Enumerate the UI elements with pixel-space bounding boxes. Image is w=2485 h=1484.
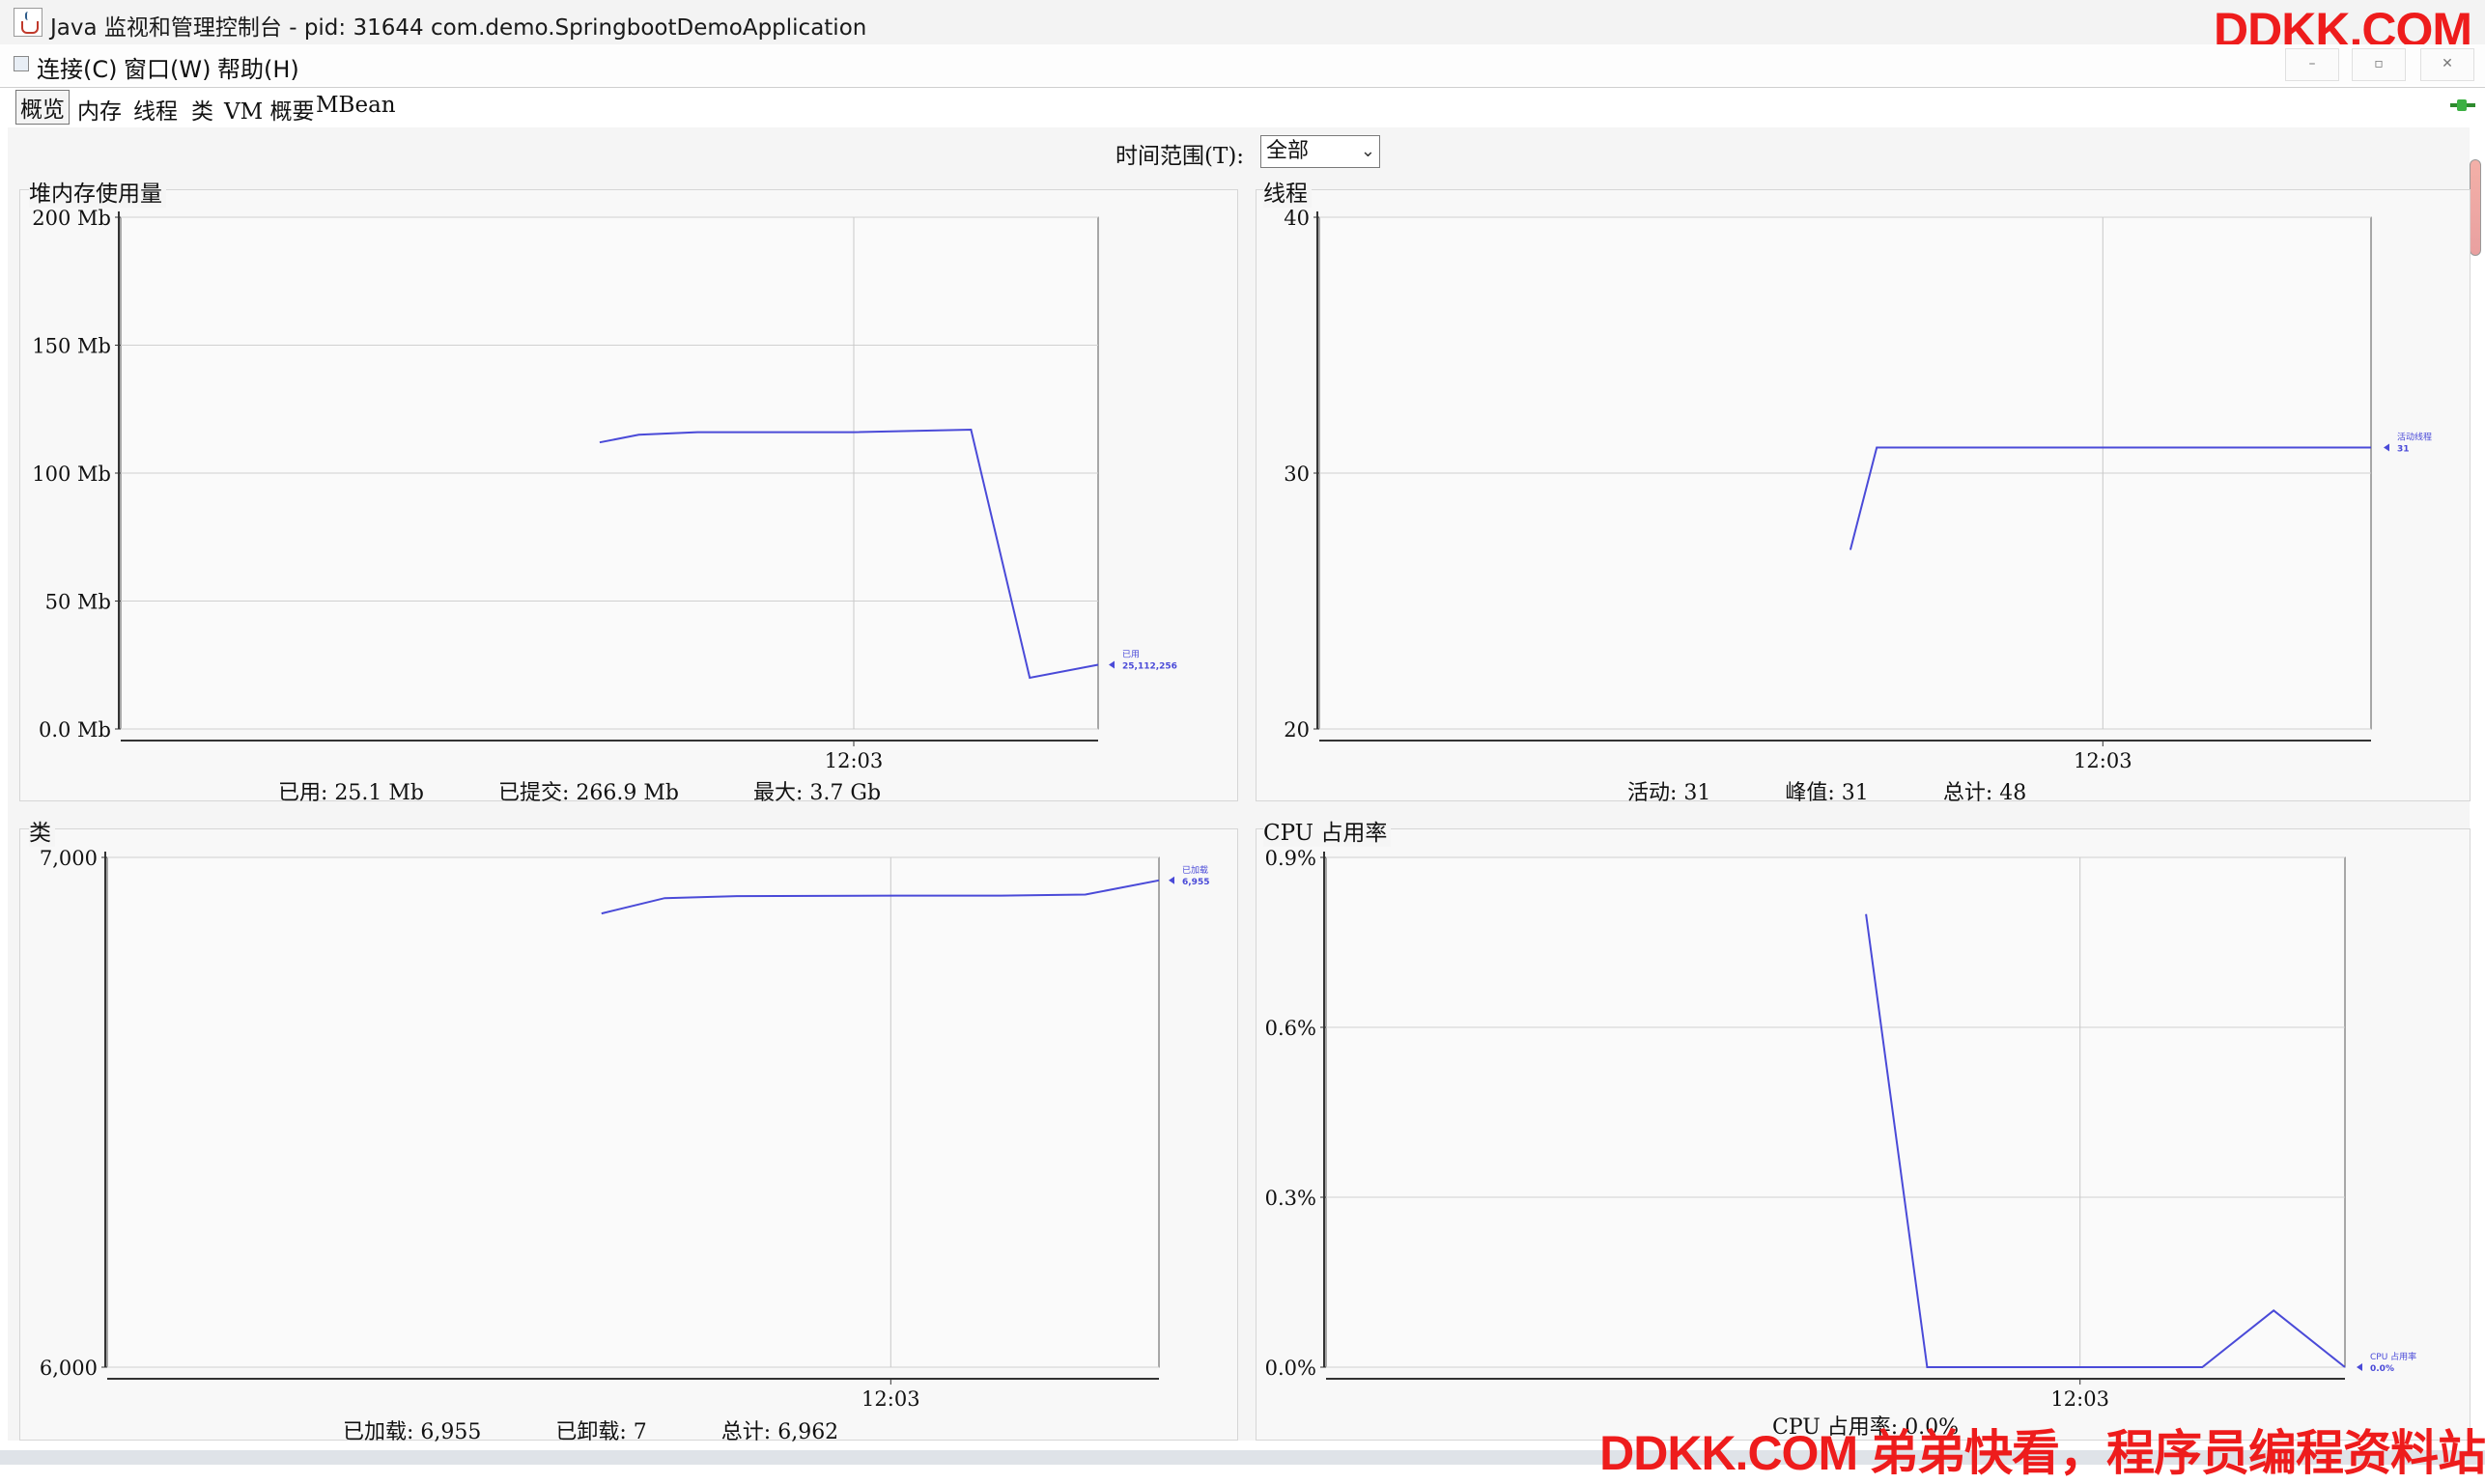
minimize-button[interactable]: – xyxy=(2285,48,2339,81)
series-legend-name: 已用 xyxy=(1122,649,1140,659)
tab-overview[interactable]: 概览 xyxy=(15,90,70,125)
plot-area xyxy=(1326,857,2345,1367)
tab-mbean[interactable]: MBean xyxy=(316,93,396,118)
series-end-marker xyxy=(2384,444,2389,452)
threads-chart: 20304012:03活动线程31 xyxy=(1256,198,2471,746)
y-tick-label: 200 Mb xyxy=(32,207,111,230)
y-tick-label: 50 Mb xyxy=(45,591,111,614)
series-legend-value: 25,112,256 xyxy=(1122,661,1177,671)
y-tick-label: 6,000 xyxy=(40,1357,98,1380)
series-legend-name: 已加载 xyxy=(1182,864,1208,876)
chevron-down-icon: ⌄ xyxy=(1361,136,1375,167)
heap-committed-stat: 已提交: 266.9 Mb xyxy=(498,775,679,806)
y-tick-label: 20 xyxy=(1284,718,1310,742)
time-range-value: 全部 xyxy=(1266,139,1309,163)
window-titlebar: Java 监视和管理控制台 - pid: 31644 com.demo.Spri… xyxy=(0,0,2485,44)
menubar xyxy=(0,44,2485,85)
series-legend-name: CPU 占用率 xyxy=(2370,1351,2416,1362)
y-tick-label: 150 Mb xyxy=(32,335,111,358)
menu-connection[interactable]: 连接(C) xyxy=(37,50,117,84)
threads-live-stat: 活动: 31 xyxy=(1627,775,1710,806)
watermark-bottom: DDKK.COM 弟弟快看，程序员编程资料站 xyxy=(1599,1414,2485,1484)
close-button[interactable]: ✕ xyxy=(2420,48,2474,81)
classes-chart: 6,0007,00012:03已加载6,955 xyxy=(19,838,1238,1386)
x-tick-label: 12:03 xyxy=(2050,1387,2109,1411)
tab-vm-summary[interactable]: VM 概要 xyxy=(224,93,314,126)
heap-memory-chart: 0.0 Mb50 Mb100 Mb150 Mb200 Mb12:03已用25,1… xyxy=(19,198,1238,746)
system-menu-icon[interactable] xyxy=(14,56,29,71)
cpu-chart: 0.0%0.3%0.6%0.9%12:03CPU 占用率0.0% xyxy=(1256,838,2471,1386)
classes-summary: 已加载: 6,955 已卸载: 7 总计: 6,962 xyxy=(343,1414,906,1445)
y-tick-label: 40 xyxy=(1284,207,1310,230)
heap-max-stat: 最大: 3.7 Gb xyxy=(753,775,881,806)
classes-unloaded-stat: 已卸载: 7 xyxy=(555,1414,646,1445)
classes-total-stat: 总计: 6,962 xyxy=(721,1414,838,1445)
time-range-select[interactable]: 全部 ⌄ xyxy=(1260,135,1380,168)
y-tick-label: 0.0 Mb xyxy=(39,718,111,742)
x-tick-label: 12:03 xyxy=(861,1387,920,1411)
connection-status-icon xyxy=(2450,98,2475,112)
heap-used-stat: 已用: 25.1 Mb xyxy=(278,775,424,806)
threads-total-stat: 总计: 48 xyxy=(1943,775,2026,806)
java-coffee-icon[interactable] xyxy=(14,8,42,37)
window-title: Java 监视和管理控制台 - pid: 31644 com.demo.Spri… xyxy=(50,9,866,42)
tab-memory[interactable]: 内存 xyxy=(77,93,122,126)
threads-peak-stat: 峰值: 31 xyxy=(1785,775,1868,806)
series-legend-value: 31 xyxy=(2397,445,2410,455)
plot-area xyxy=(107,857,1159,1367)
series-end-marker xyxy=(1169,877,1174,884)
time-range-label: 时间范围(T): xyxy=(1115,137,1244,170)
menu-window[interactable]: 窗口(W) xyxy=(124,50,211,84)
classes-loaded-stat: 已加载: 6,955 xyxy=(343,1414,481,1445)
y-tick-label: 0.0% xyxy=(1265,1357,1316,1380)
x-tick-label: 12:03 xyxy=(825,749,884,772)
y-tick-label: 7,000 xyxy=(40,847,98,870)
threads-summary: 活动: 31 峰值: 31 总计: 48 xyxy=(1627,775,2094,806)
y-tick-label: 0.9% xyxy=(1265,847,1316,870)
restore-button[interactable]: ▫ xyxy=(2352,48,2406,81)
series-end-marker xyxy=(1109,660,1115,668)
y-tick-label: 0.6% xyxy=(1265,1017,1316,1040)
tab-threads[interactable]: 线程 xyxy=(133,93,178,126)
series-legend-value: 6,955 xyxy=(1182,878,1209,887)
heap-summary: 已用: 25.1 Mb 已提交: 266.9 Mb 最大: 3.7 Gb xyxy=(278,775,948,806)
vertical-scrollbar[interactable] xyxy=(2470,159,2481,256)
y-tick-label: 0.3% xyxy=(1265,1187,1316,1210)
series-legend-value: 0.0% xyxy=(2370,1364,2394,1374)
y-tick-label: 100 Mb xyxy=(32,462,111,486)
menu-help[interactable]: 帮助(H) xyxy=(217,50,299,84)
series-end-marker xyxy=(2357,1363,2362,1371)
y-tick-label: 30 xyxy=(1284,462,1310,486)
x-tick-label: 12:03 xyxy=(2074,749,2132,772)
tab-classes[interactable]: 类 xyxy=(191,93,213,126)
series-legend-name: 活动线程 xyxy=(2397,432,2432,443)
